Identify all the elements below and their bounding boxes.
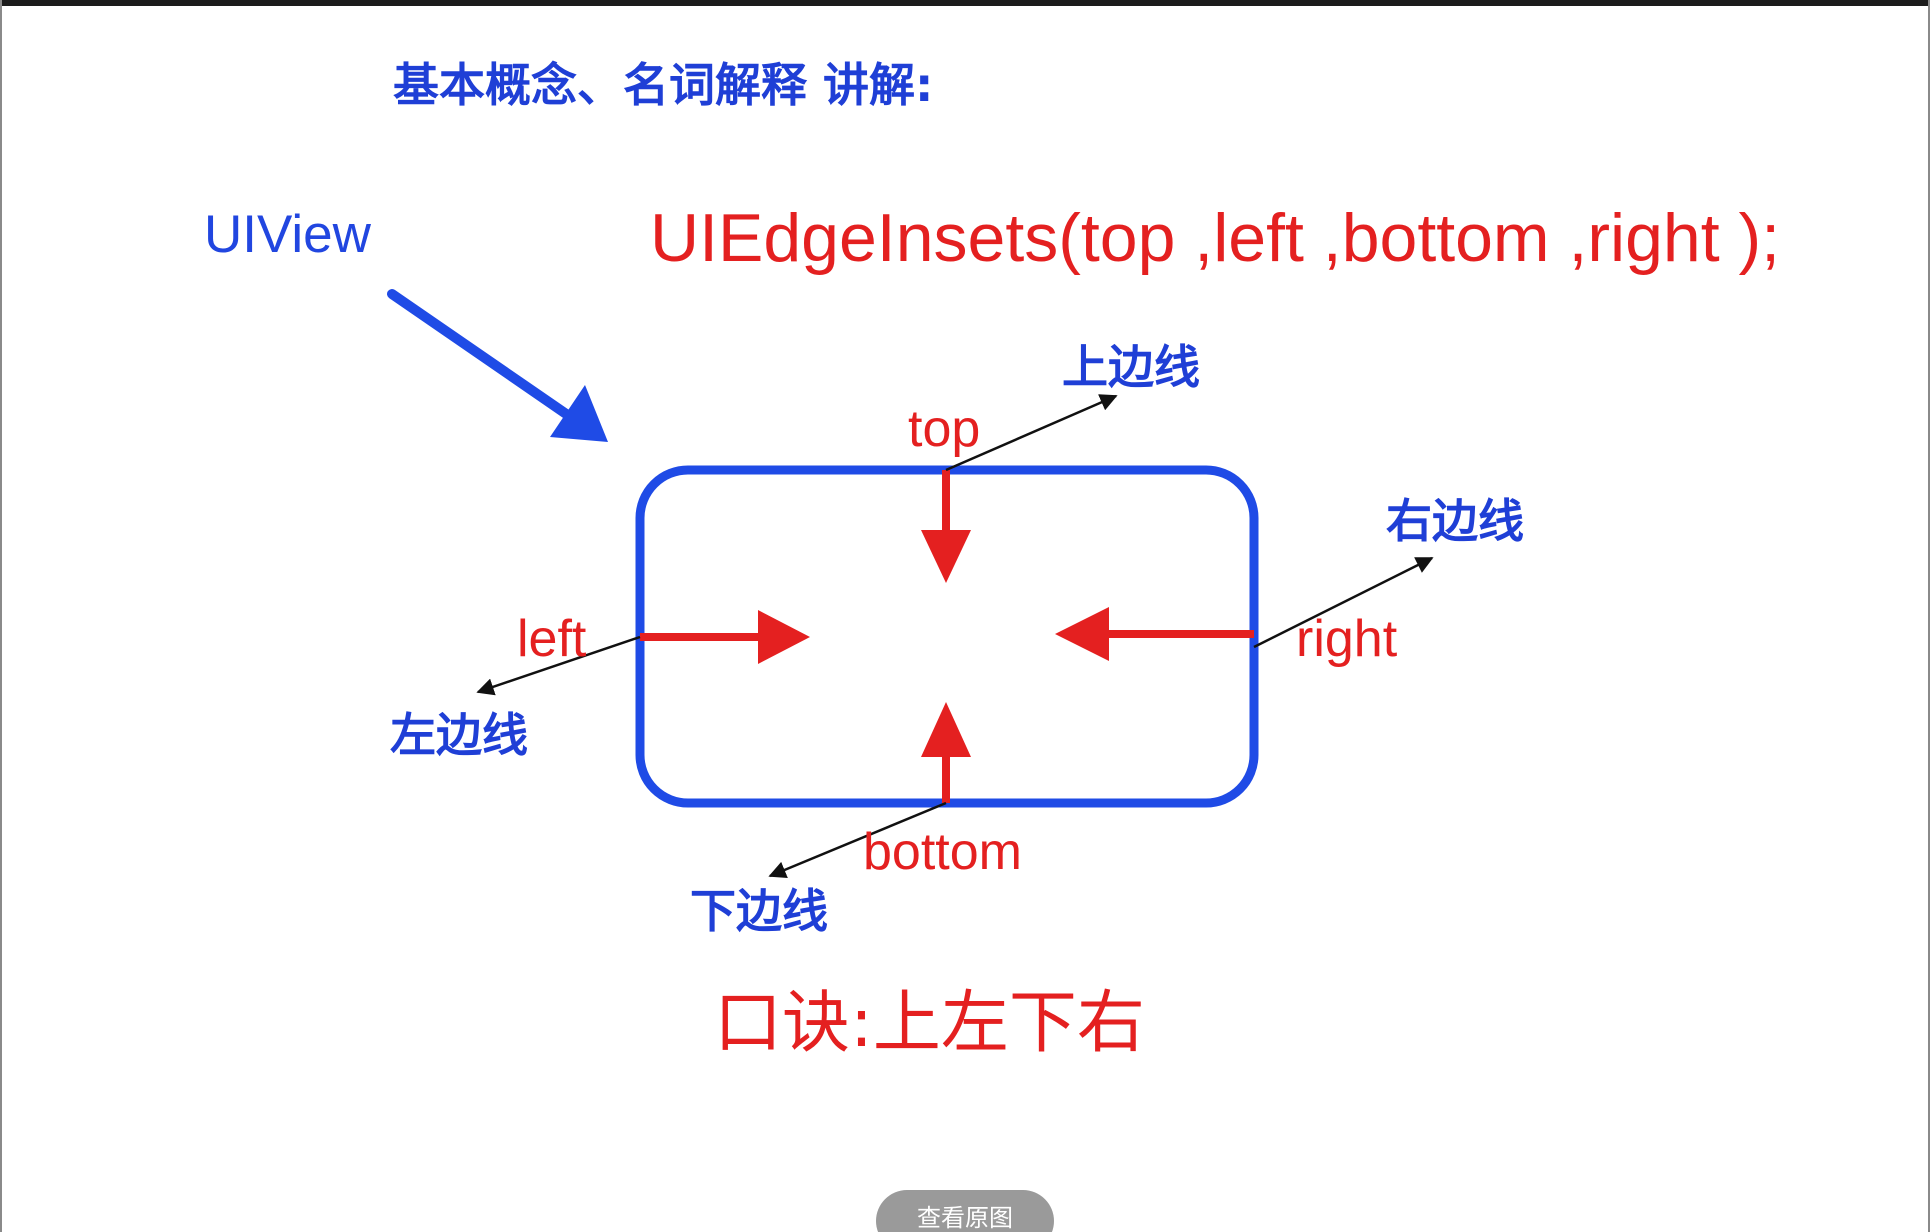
- right-param-label: right: [1296, 610, 1398, 668]
- bottom-edge-name: 下边线: [690, 884, 828, 938]
- view-original-button[interactable]: 查看原图: [876, 1190, 1054, 1232]
- right-inset-arrow: [1055, 607, 1254, 661]
- top-edge-name: 上边线: [1062, 340, 1200, 394]
- uiview-pointer-arrow: [387, 289, 608, 442]
- page-heading: 基本概念、名词解释 讲解:: [393, 58, 934, 112]
- top-param-label: top: [908, 400, 981, 458]
- top-inset-arrow: [921, 470, 971, 583]
- edge-insets-formula: UIEdgeInsets(top ,left ,bottom ,right );: [650, 200, 1781, 276]
- uiview-label: UIView: [204, 205, 371, 264]
- bottom-param-label: bottom: [863, 823, 1022, 881]
- bottom-inset-arrow: [921, 702, 971, 803]
- mnemonic-text: 口诀:上左下右: [714, 984, 1145, 1063]
- left-inset-arrow: [640, 610, 810, 664]
- right-edge-name: 右边线: [1386, 494, 1524, 548]
- left-edge-name: 左边线: [390, 708, 528, 762]
- left-param-label: left: [517, 610, 587, 668]
